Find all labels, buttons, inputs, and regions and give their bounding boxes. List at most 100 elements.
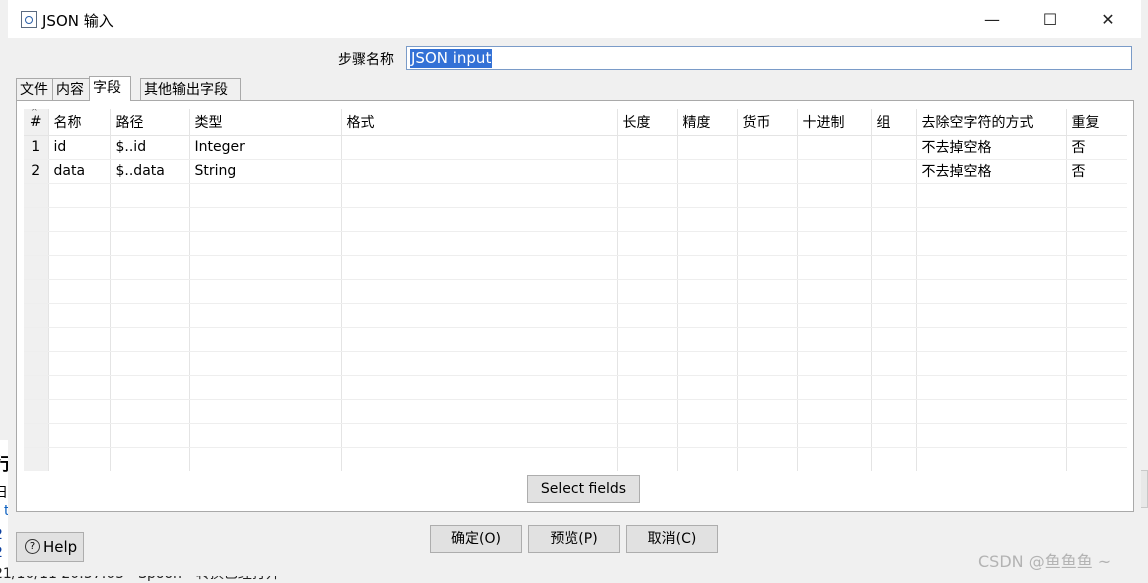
table-cell[interactable] [617,303,678,328]
table-cell[interactable]: $..id [110,135,190,160]
table-cell[interactable] [916,327,1067,352]
table-cell[interactable] [1066,327,1127,352]
table-cell[interactable] [189,183,342,208]
table-cell[interactable] [916,375,1067,400]
table-cell[interactable] [1066,255,1127,280]
column-header[interactable]: 组 [871,109,917,136]
fields-table[interactable]: # ^ 名称 路径 类型 格式 长度 精度 货币 十进制组去除空字符的方式 重复 1 id $..id I… [24,109,1127,471]
table-row[interactable] [24,255,1127,280]
table-row[interactable] [24,375,1127,400]
table-cell[interactable] [189,423,342,448]
tab-fields[interactable]: 字段 [89,76,131,101]
table-cell[interactable] [341,255,618,280]
ok-button[interactable]: 确定(O) [430,525,522,553]
table-row[interactable] [24,207,1127,232]
table-cell[interactable] [110,255,190,280]
column-header[interactable]: 十进制 [797,109,872,136]
table-cell[interactable] [617,423,678,448]
table-cell[interactable] [341,231,618,256]
table-cell[interactable] [737,423,798,448]
table-cell[interactable] [677,375,738,400]
cancel-button[interactable]: 取消(C) [626,525,718,553]
maximize-button[interactable]: ☐ [1021,0,1079,38]
table-cell[interactable] [797,423,872,448]
table-cell[interactable] [1066,183,1127,208]
table-cell[interactable] [617,327,678,352]
row-number-cell[interactable] [24,399,49,424]
table-cell[interactable] [797,135,872,160]
table-cell[interactable] [617,135,678,160]
table-cell[interactable] [737,159,798,184]
table-cell[interactable] [110,447,190,471]
table-cell[interactable] [341,375,618,400]
table-cell[interactable] [48,183,111,208]
table-cell[interactable] [341,279,618,304]
row-number-cell[interactable]: 2 [24,159,49,184]
table-cell[interactable] [916,279,1067,304]
table-cell[interactable] [617,375,678,400]
table-row[interactable] [24,399,1127,424]
table-cell[interactable] [677,447,738,471]
row-number-cell[interactable] [24,279,49,304]
step-name-input[interactable]: JSON input [406,46,1132,70]
table-cell[interactable] [1066,423,1127,448]
table-cell[interactable] [110,327,190,352]
table-cell[interactable] [871,183,917,208]
table-cell[interactable] [617,351,678,376]
table-cell[interactable] [677,327,738,352]
help-button[interactable]: ? Help [16,532,84,562]
table-cell[interactable] [617,399,678,424]
table-cell[interactable] [341,351,618,376]
table-cell[interactable] [916,255,1067,280]
table-cell[interactable] [617,183,678,208]
table-cell[interactable] [48,303,111,328]
tab-content[interactable]: 内容 [52,78,90,100]
table-row[interactable] [24,183,1127,208]
table-cell[interactable]: data [48,159,111,184]
table-cell[interactable] [797,207,872,232]
table-cell[interactable] [48,399,111,424]
table-cell[interactable] [110,183,190,208]
table-cell[interactable] [110,423,190,448]
table-cell[interactable] [48,231,111,256]
column-header[interactable]: 名称 [48,109,111,136]
table-cell[interactable] [871,159,917,184]
table-cell[interactable] [48,279,111,304]
row-number-cell[interactable] [24,303,49,328]
tab-extra-output-fields[interactable]: 其他输出字段 [140,78,241,100]
table-cell[interactable] [677,231,738,256]
table-cell[interactable] [341,447,618,471]
table-cell[interactable] [871,279,917,304]
table-cell[interactable] [1066,303,1127,328]
table-cell[interactable] [48,351,111,376]
table-cell[interactable]: $..data [110,159,190,184]
table-cell[interactable] [737,183,798,208]
table-cell[interactable] [110,231,190,256]
table-cell[interactable] [871,375,917,400]
table-cell[interactable] [677,279,738,304]
table-cell[interactable] [677,135,738,160]
table-cell[interactable] [341,159,618,184]
table-cell[interactable] [48,255,111,280]
table-cell[interactable] [110,303,190,328]
table-cell[interactable] [48,447,111,471]
table-cell[interactable] [110,279,190,304]
table-cell[interactable] [677,423,738,448]
table-cell[interactable] [871,399,917,424]
select-fields-button[interactable]: Select fields [527,475,640,503]
table-cell[interactable] [677,303,738,328]
table-row[interactable] [24,279,1127,304]
table-row[interactable] [24,303,1127,328]
table-cell[interactable]: Integer [189,135,342,160]
row-number-cell[interactable] [24,351,49,376]
table-cell[interactable]: 否 [1066,135,1127,160]
table-cell[interactable] [189,351,342,376]
table-cell[interactable]: 不去掉空格 [916,135,1067,160]
table-cell[interactable] [797,375,872,400]
table-row[interactable]: 1 id $..id Integer 不去掉空格否 [24,135,1127,160]
column-header[interactable]: 格式 [341,109,618,136]
table-cell[interactable] [871,327,917,352]
table-row[interactable] [24,423,1127,448]
column-header[interactable]: 去除空字符的方式 [916,109,1067,136]
table-cell[interactable] [797,447,872,471]
